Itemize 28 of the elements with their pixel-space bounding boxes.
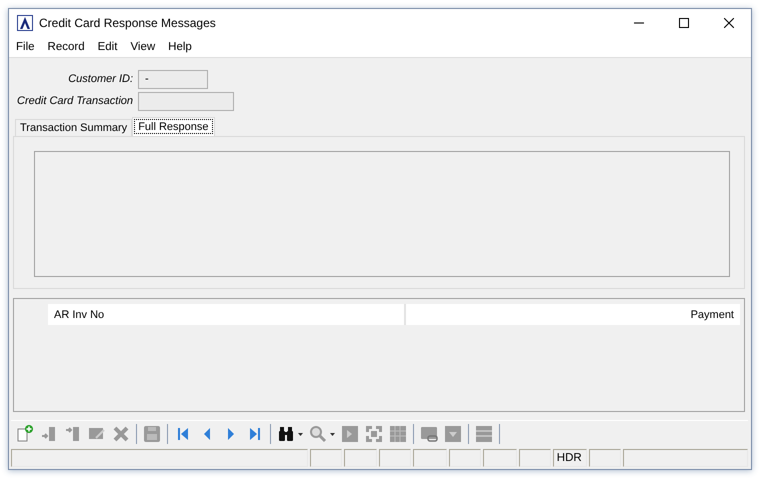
- input-field[interactable]: [138, 92, 234, 110]
- field-label: Credit Card Transaction: [16, 95, 133, 107]
- status-pane: [413, 449, 448, 467]
- column-header[interactable]: Payment: [406, 304, 740, 325]
- status-pane: [483, 449, 517, 467]
- menu-item[interactable]: View: [130, 41, 156, 53]
- status-pane: [518, 449, 551, 467]
- status-pane: [379, 449, 412, 467]
- menu-item[interactable]: Record: [48, 41, 85, 53]
- field-label: Customer ID:: [67, 73, 133, 85]
- maximize-icon: [678, 18, 688, 28]
- status-pane: [344, 449, 378, 467]
- menu-item[interactable]: File: [16, 41, 35, 53]
- column-header[interactable]: AR Inv No: [48, 304, 406, 325]
- status-pane: [449, 449, 482, 467]
- app-logo-icon: [17, 15, 33, 31]
- menu-item[interactable]: Help: [168, 41, 192, 53]
- close-icon: [724, 18, 734, 28]
- tab[interactable]: Transaction Summary: [15, 119, 132, 136]
- menu-item[interactable]: Edit: [98, 41, 118, 53]
- dropdown-arrow-icon[interactable]: [298, 432, 303, 436]
- status-pane: [588, 449, 621, 467]
- dropdown-arrow-icon[interactable]: [330, 432, 335, 436]
- tab[interactable]: Full Response: [132, 117, 215, 136]
- window-title: Credit Card Response Messages: [39, 16, 216, 30]
- input-field[interactable]: -: [138, 70, 208, 88]
- status-pane: HDR: [552, 449, 587, 467]
- status-pane: [310, 449, 342, 467]
